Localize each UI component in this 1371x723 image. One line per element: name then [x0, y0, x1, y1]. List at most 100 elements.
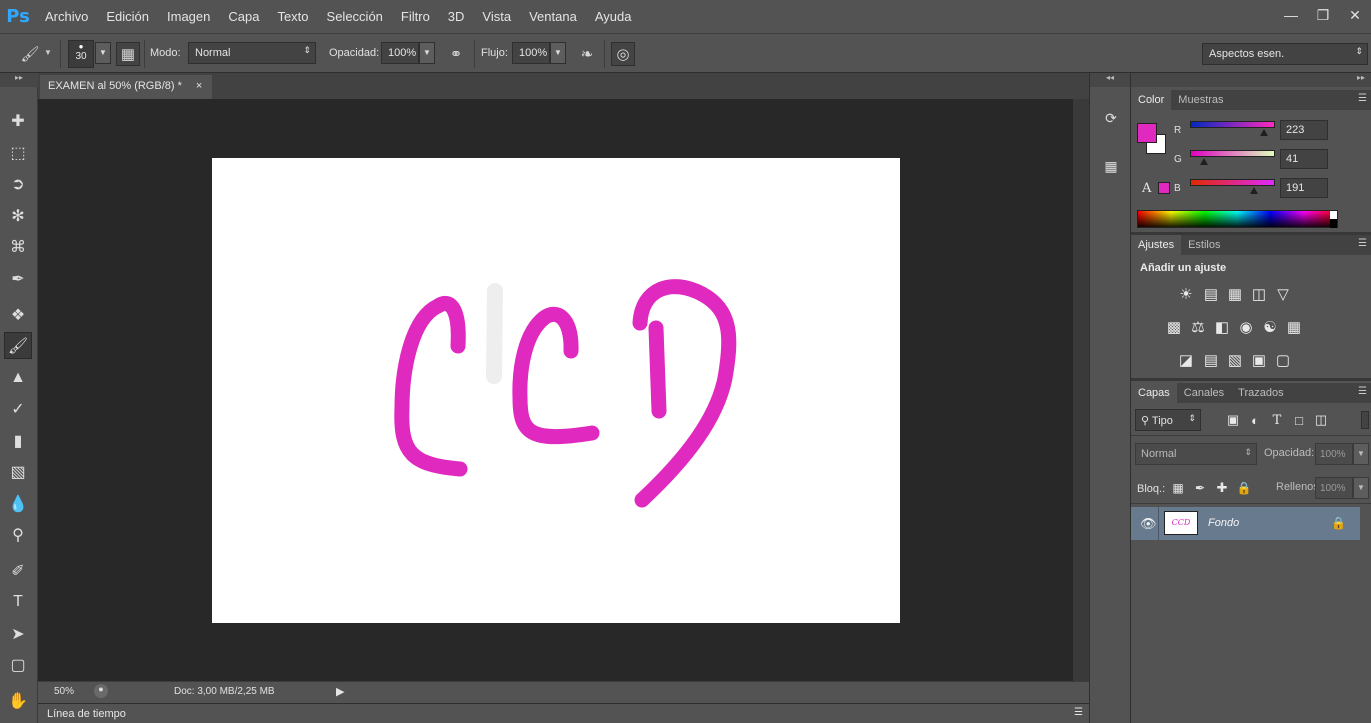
document-tab[interactable]: EXAMEN al 50% (RGB/8) * × — [40, 75, 213, 99]
channel-b-input[interactable]: 191 — [1280, 178, 1328, 198]
collapse-icon[interactable]: ▸▸ — [0, 73, 38, 87]
workspace-select[interactable]: Aspectos esen. ⇕ — [1202, 43, 1368, 65]
lock-position-icon[interactable]: ✚ — [1212, 478, 1232, 498]
expand-dock-icon[interactable]: ◂◂ — [1090, 73, 1130, 87]
timeline-label[interactable]: Línea de tiempo — [47, 708, 126, 720]
threshold-icon[interactable]: ▧ — [1225, 350, 1245, 370]
photo-filter-icon[interactable]: ◉ — [1236, 317, 1256, 337]
layer-row[interactable]: 👁 CCD Fondo 🔒 — [1131, 507, 1360, 540]
channel-b-slider[interactable] — [1190, 179, 1275, 186]
vertical-scrollbar[interactable] — [1073, 99, 1089, 681]
brush-tool-icon[interactable]: 🖌 — [4, 332, 32, 359]
hue-saturation-icon[interactable]: ▩ — [1164, 317, 1184, 337]
menu-archivo[interactable]: Archivo — [36, 0, 97, 33]
panel-menu-icon[interactable]: ☰ — [1074, 707, 1083, 718]
eyedropper-tool-icon[interactable]: ✒ — [4, 265, 32, 292]
menu-imagen[interactable]: Imagen — [158, 0, 219, 33]
filter-adjustment-icon[interactable]: ◐ — [1245, 410, 1265, 430]
layer-opacity-dropdown[interactable]: ▼ — [1353, 443, 1369, 465]
layer-filter-select[interactable]: ⚲ Tipo ⇕ — [1135, 409, 1201, 431]
white-swatch[interactable] — [1330, 211, 1337, 219]
zoom-level[interactable]: 50% — [54, 686, 74, 697]
clone-stamp-tool-icon[interactable]: ▲ — [4, 364, 32, 391]
menu-3d[interactable]: 3D — [439, 0, 474, 33]
brush-size-picker[interactable]: ● 30 — [68, 40, 94, 68]
dodge-tool-icon[interactable]: ⚲ — [4, 521, 32, 548]
flow-input[interactable]: 100% — [512, 42, 550, 64]
channel-g-thumb[interactable] — [1199, 158, 1208, 165]
marquee-tool-icon[interactable]: ⬚ — [4, 139, 32, 166]
mode-select[interactable]: Normal ⇕ — [188, 42, 316, 64]
tab-trazados[interactable]: Trazados — [1231, 383, 1290, 403]
fill-input[interactable]: 100% — [1315, 477, 1353, 499]
document-canvas[interactable] — [212, 158, 900, 623]
quick-selection-tool-icon[interactable]: ✻ — [4, 202, 32, 229]
gamut-color-swatch[interactable] — [1158, 182, 1170, 194]
preset-dropdown-arrow[interactable]: ▼ — [44, 48, 52, 57]
filter-type-icon[interactable]: T — [1267, 410, 1287, 430]
flow-dropdown[interactable]: ▼ — [550, 42, 566, 64]
pressure-opacity-icon[interactable]: ⚭ — [444, 42, 468, 66]
pen-tool-icon[interactable]: ✐ — [4, 557, 32, 584]
restore-icon[interactable]: ❐ — [1307, 0, 1339, 30]
channel-g-input[interactable]: 41 — [1280, 149, 1328, 169]
lock-all-icon[interactable]: 🔒 — [1234, 478, 1254, 498]
levels-icon[interactable]: ▤ — [1201, 284, 1221, 304]
selective-color-icon[interactable]: ▣ — [1249, 350, 1269, 370]
history-panel-icon[interactable]: ⟳ — [1098, 105, 1124, 131]
lock-image-icon[interactable]: ✒ — [1190, 478, 1210, 498]
color-balance-icon[interactable]: ⚖ — [1188, 317, 1208, 337]
panel-menu-icon[interactable]: ☰ — [1358, 238, 1367, 249]
opacity-dropdown[interactable]: ▼ — [419, 42, 435, 64]
color-ramp[interactable] — [1137, 210, 1338, 228]
panel-menu-icon[interactable]: ☰ — [1358, 93, 1367, 104]
tab-canales[interactable]: Canales — [1177, 383, 1231, 403]
vibrance-icon[interactable]: ▽ — [1273, 284, 1293, 304]
tab-estilos[interactable]: Estilos — [1181, 235, 1227, 255]
lock-transparent-icon[interactable]: ▦ — [1168, 478, 1188, 498]
path-selection-tool-icon[interactable]: ➤ — [4, 620, 32, 647]
airbrush-icon[interactable]: ❧ — [575, 42, 599, 66]
gradient-tool-icon[interactable]: ▧ — [4, 458, 32, 485]
menu-vista[interactable]: Vista — [473, 0, 520, 33]
move-tool-icon[interactable]: ✚ — [4, 107, 32, 134]
channel-r-thumb[interactable] — [1260, 129, 1269, 136]
tab-ajustes[interactable]: Ajustes — [1131, 235, 1182, 255]
channel-r-input[interactable]: 223 — [1280, 120, 1328, 140]
menu-edicion[interactable]: Edición — [97, 0, 158, 33]
rectangle-tool-icon[interactable]: ▢ — [4, 651, 32, 678]
menu-seleccion[interactable]: Selección — [318, 0, 392, 33]
pressure-size-icon[interactable]: ◎ — [611, 42, 635, 66]
channel-b-thumb[interactable] — [1249, 187, 1258, 194]
fill-dropdown[interactable]: ▼ — [1353, 477, 1369, 499]
posterize-icon[interactable]: ▤ — [1201, 350, 1221, 370]
curves-icon[interactable]: ▦ — [1225, 284, 1245, 304]
brush-size-dropdown[interactable]: ▼ — [95, 42, 111, 64]
black-swatch[interactable] — [1330, 219, 1337, 228]
out-of-gamut-warning-icon[interactable]: A — [1142, 181, 1151, 196]
filter-toggle[interactable] — [1361, 411, 1369, 429]
foreground-color-swatch[interactable] — [1137, 123, 1157, 143]
minimize-icon[interactable]: — — [1275, 0, 1307, 30]
invert-icon[interactable]: ◪ — [1176, 350, 1196, 370]
healing-brush-tool-icon[interactable]: ❖ — [4, 301, 32, 328]
exposure-icon[interactable]: ◫ — [1249, 284, 1269, 304]
tab-capas[interactable]: Capas — [1131, 383, 1177, 403]
brightness-contrast-icon[interactable]: ☀ — [1176, 284, 1196, 304]
menu-texto[interactable]: Texto — [268, 0, 317, 33]
tab-color[interactable]: Color — [1131, 90, 1172, 110]
share-icon[interactable]: ● — [94, 684, 108, 698]
layer-name[interactable]: Fondo — [1208, 517, 1239, 529]
layer-blend-mode-select[interactable]: Normal ⇕ — [1135, 443, 1257, 465]
hand-tool-icon[interactable]: ✋ — [4, 687, 32, 714]
eraser-tool-icon[interactable]: ▮ — [4, 427, 32, 454]
menu-capa[interactable]: Capa — [219, 0, 268, 33]
history-brush-tool-icon[interactable]: ✓ — [4, 395, 32, 422]
menu-filtro[interactable]: Filtro — [392, 0, 439, 33]
tab-swatches[interactable]: Muestras — [1171, 90, 1230, 110]
blur-tool-icon[interactable]: 💧 — [4, 490, 32, 517]
filter-smart-object-icon[interactable]: ◫ — [1311, 410, 1331, 430]
properties-panel-icon[interactable]: ▦ — [1098, 153, 1124, 179]
brush-tool-preset-icon[interactable]: 🖌 — [18, 42, 42, 66]
menu-ayuda[interactable]: Ayuda — [586, 0, 641, 33]
